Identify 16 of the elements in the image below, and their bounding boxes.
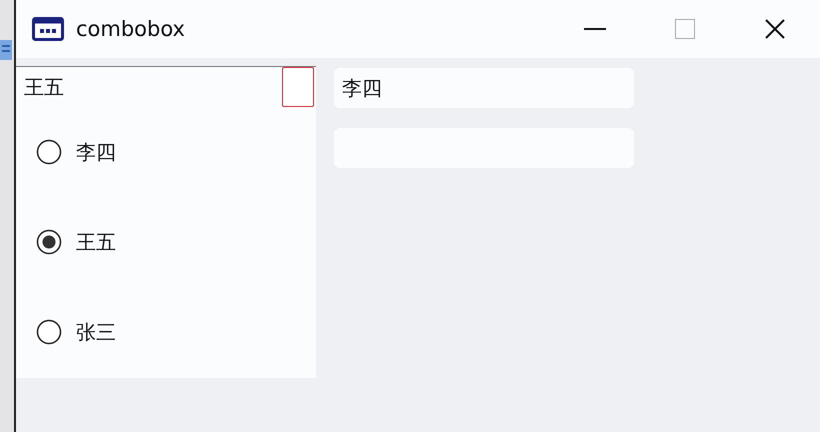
window-title: combobox bbox=[76, 17, 186, 41]
close-icon bbox=[765, 19, 785, 39]
window-icon bbox=[32, 17, 64, 41]
radio-button[interactable] bbox=[36, 139, 62, 165]
combo-value: 王五 bbox=[24, 74, 64, 100]
radio-label: 王五 bbox=[76, 228, 116, 256]
text-field[interactable]: 李四 bbox=[334, 68, 634, 108]
radio-label: 张三 bbox=[76, 318, 116, 346]
combo-box[interactable]: 王五 bbox=[16, 66, 316, 107]
dropdown-button[interactable] bbox=[282, 67, 314, 107]
maximize-icon bbox=[675, 19, 695, 39]
radio-label: 李四 bbox=[76, 138, 116, 166]
minimize-icon bbox=[584, 28, 606, 30]
radio-button[interactable] bbox=[36, 319, 62, 345]
radio-button[interactable] bbox=[36, 229, 62, 255]
toolbar-icon bbox=[0, 40, 12, 60]
